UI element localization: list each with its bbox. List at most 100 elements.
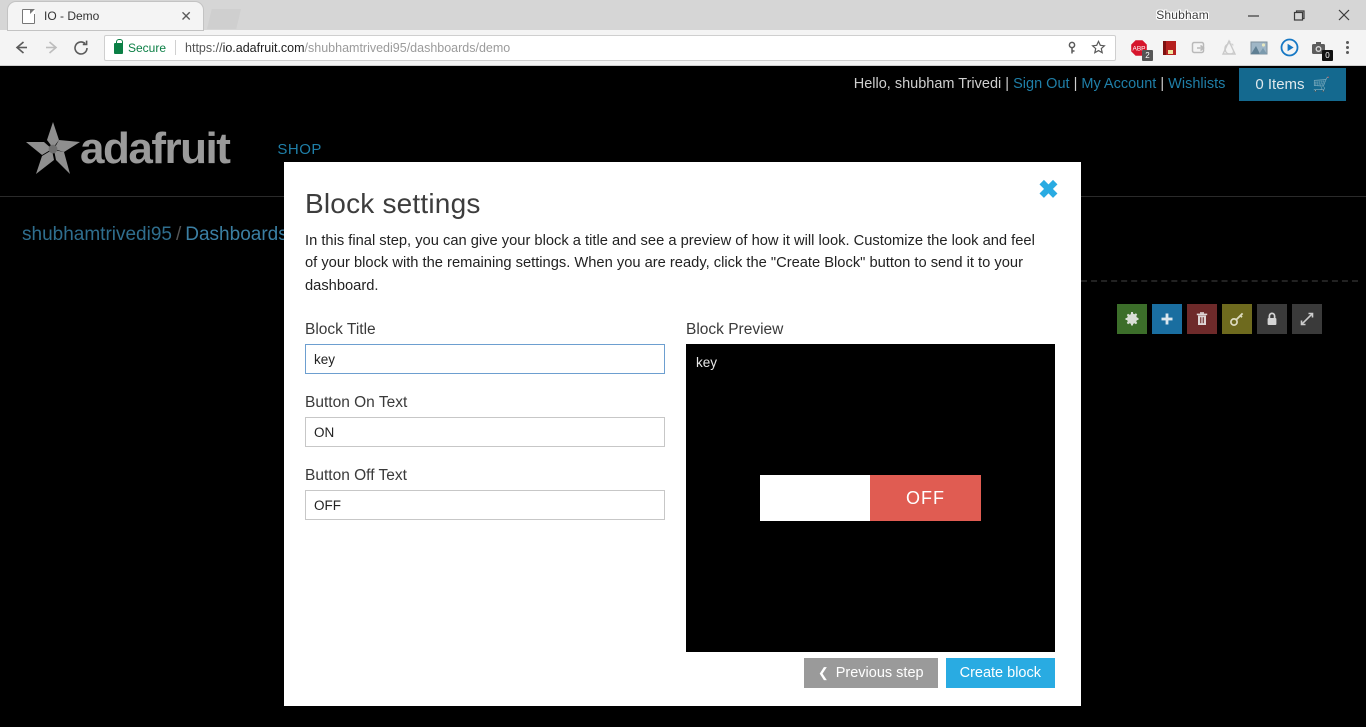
dialog-title: Block settings <box>305 188 481 219</box>
new-tab-button[interactable] <box>207 9 241 29</box>
preview-toggle-button[interactable]: OFF <box>760 475 981 522</box>
menu-dot <box>1345 46 1349 49</box>
breadcrumb-separator: / <box>175 224 182 245</box>
breadcrumb-user[interactable]: shubhamtrivedi95 <box>22 224 172 245</box>
create-block-label: Create block <box>959 665 1041 681</box>
window-minimize-icon[interactable] <box>1231 0 1276 30</box>
block-toolbar <box>1117 304 1322 334</box>
tab-title: IO - Demo <box>44 9 100 23</box>
link-separator: | <box>1160 76 1165 92</box>
toggle-state-label: OFF <box>870 475 981 522</box>
link-separator: | <box>1073 76 1078 92</box>
dashboard-divider <box>1081 280 1358 282</box>
media-play-icon[interactable] <box>1275 34 1303 62</box>
settings-form: Block Title Button On Text Button Off Te… <box>305 321 665 652</box>
preview-block-title: key <box>696 355 718 371</box>
star-bookmark-icon[interactable] <box>1085 36 1111 60</box>
menu-dot <box>1345 41 1349 44</box>
wishlists-link[interactable]: Wishlists <box>1168 76 1225 92</box>
lock-icon <box>114 38 123 54</box>
block-preview-label: Block Preview <box>686 321 784 339</box>
url-text: https://io.adafruit.com/shubhamtrivedi95… <box>185 41 1059 55</box>
key-icon[interactable] <box>1059 36 1085 60</box>
key-icon <box>1230 312 1244 326</box>
lock-icon <box>1267 312 1277 325</box>
adobe-pdf-icon[interactable]: Ċ <box>1215 34 1243 62</box>
dialog-body: Block Title Button On Text Button Off Te… <box>305 321 1055 653</box>
button-off-text-label: Button Off Text <box>305 467 407 485</box>
preview-panel: Block Preview key OFF <box>686 321 1055 653</box>
account-bar: Hello, shubham Trivedi | Sign Out | My A… <box>0 66 1366 102</box>
toggle-knob <box>760 475 870 522</box>
breadcrumb-section[interactable]: Dashboards <box>185 224 287 245</box>
block-title-input[interactable] <box>305 344 665 375</box>
page-content: Hello, shubham Trivedi | Sign Out | My A… <box>0 66 1366 727</box>
link-separator: | <box>1005 76 1010 92</box>
block-title-field: Block Title <box>305 321 665 375</box>
expand-arrows-icon <box>1300 312 1314 326</box>
dialog-close-icon[interactable]: ✖ <box>1038 178 1059 203</box>
create-block-button[interactable]: Create block <box>945 658 1055 688</box>
adafruit-wordmark: adafruit <box>80 124 231 173</box>
cart-label: 0 Items <box>1255 75 1305 93</box>
chevron-left-icon: ❮ <box>817 665 829 680</box>
button-off-text-field: Button Off Text <box>305 467 665 521</box>
trash-icon <box>1196 312 1208 325</box>
menu-dot <box>1345 51 1349 54</box>
address-bar[interactable]: Secure https://io.adafruit.com/shubhamtr… <box>104 34 1116 61</box>
browser-chrome: IO - Demo ✕ Shubham Secure https://io.ad… <box>0 0 1366 66</box>
extension-badge: 0 <box>1322 49 1333 61</box>
button-off-text-input[interactable] <box>305 490 665 521</box>
camera-icon[interactable]: 0 <box>1305 34 1333 62</box>
url-path: /shubhamtrivedi95/dashboards/demo <box>304 40 511 55</box>
security-indicator[interactable]: Secure <box>114 38 167 55</box>
add-block-button[interactable] <box>1152 304 1182 334</box>
red-book-icon[interactable] <box>1155 34 1183 62</box>
lock-button[interactable] <box>1257 304 1287 334</box>
button-on-text-label: Button On Text <box>305 394 408 412</box>
window-maximize-icon[interactable] <box>1276 0 1321 30</box>
extension-badge: 2 <box>1142 49 1153 61</box>
three-dot-menu-icon[interactable] <box>1334 34 1360 62</box>
cart-button[interactable]: 0 Items 🛒 <box>1239 67 1346 101</box>
browser-tab[interactable]: IO - Demo ✕ <box>8 2 203 30</box>
block-preview-box: key OFF <box>686 344 1055 653</box>
sign-out-link[interactable]: Sign Out <box>1013 76 1069 92</box>
shopping-cart-icon: 🛒 <box>1312 75 1330 92</box>
dialog-footer: ❮ Previous step Create block <box>803 658 1055 688</box>
url-scheme: https:// <box>185 40 223 55</box>
delete-block-button[interactable] <box>1187 304 1217 334</box>
settings-gear-button[interactable] <box>1117 304 1147 334</box>
key-button[interactable] <box>1222 304 1252 334</box>
shop-link[interactable]: SHOP <box>277 141 322 158</box>
extension-icons: ABP 2 Ċ 0 <box>1124 34 1334 62</box>
secure-label: Secure <box>128 40 167 55</box>
tab-strip: IO - Demo ✕ Shubham <box>0 0 1366 30</box>
block-settings-dialog: ✖ Block settings In this final step, you… <box>284 162 1081 706</box>
share-icon[interactable] <box>1185 34 1213 62</box>
my-account-link[interactable]: My Account <box>1081 76 1156 92</box>
dialog-description: In this final step, you can give your bl… <box>305 233 1035 294</box>
fullscreen-button[interactable] <box>1292 304 1322 334</box>
adafruit-flower-logo <box>26 122 80 174</box>
button-on-text-input[interactable] <box>305 417 665 448</box>
previous-step-button[interactable]: ❮ Previous step <box>803 658 938 688</box>
window-controls: Shubham <box>1156 0 1366 30</box>
omnibox-divider <box>175 40 177 55</box>
block-title-label: Block Title <box>305 321 376 339</box>
adblock-plus-icon[interactable]: ABP 2 <box>1125 34 1153 62</box>
image-capture-icon[interactable] <box>1245 34 1273 62</box>
window-close-icon[interactable] <box>1321 0 1366 30</box>
back-arrow-icon[interactable] <box>6 34 36 62</box>
profile-name[interactable]: Shubham <box>1156 8 1209 22</box>
forward-arrow-icon <box>36 34 66 62</box>
url-host: io.adafruit.com <box>222 40 305 55</box>
adafruit-logo[interactable]: adafruit <box>22 120 231 178</box>
tab-close-icon[interactable]: ✕ <box>177 7 195 25</box>
previous-step-label: Previous step <box>835 665 924 681</box>
breadcrumb: shubhamtrivedi95/Dashboards <box>22 224 288 246</box>
plus-icon <box>1161 313 1173 325</box>
button-on-text-field: Button On Text <box>305 394 665 448</box>
reload-icon[interactable] <box>66 34 96 62</box>
browser-toolbar: Secure https://io.adafruit.com/shubhamtr… <box>0 30 1366 66</box>
